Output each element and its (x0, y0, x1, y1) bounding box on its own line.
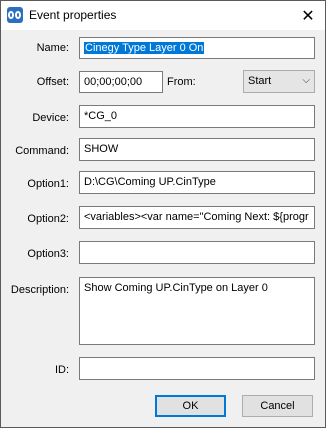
option3-field[interactable] (79, 241, 315, 264)
close-icon: ✕ (301, 7, 315, 25)
name-value: Cinegy Type Layer 0 On (84, 42, 205, 54)
description-field[interactable]: Show Coming UP.CinType on Layer 0 (79, 277, 315, 345)
option3-label: Option3: (27, 248, 69, 260)
event-properties-dialog: Event properties ✕ Name: Cinegy Type Lay… (0, 0, 326, 428)
device-label: Device: (32, 112, 69, 124)
option2-value: <variables><var name="Coming Next: ${pro… (84, 211, 309, 223)
device-field[interactable]: *CG_0 (79, 105, 315, 128)
close-button[interactable]: ✕ (291, 1, 325, 30)
dialog-title: Event properties (29, 8, 117, 22)
cinegy-app-icon (7, 7, 23, 23)
description-value: Show Coming UP.CinType on Layer 0 (84, 282, 268, 294)
id-field[interactable] (79, 357, 315, 380)
from-value: Start (248, 75, 272, 87)
option2-field[interactable]: <variables><var name="Coming Next: ${pro… (79, 206, 315, 229)
title-bar[interactable]: Event properties ✕ (1, 1, 325, 30)
chevron-down-icon: ⌵ (302, 75, 310, 86)
option1-label: Option1: (27, 178, 69, 190)
option1-value: D:\CG\Coming UP.CinType (84, 176, 216, 188)
from-dropdown[interactable]: Start ⌵ (243, 70, 315, 93)
ok-button[interactable]: OK (155, 395, 226, 417)
command-label: Command: (15, 145, 69, 157)
offset-field[interactable]: 00;00;00;00 (79, 71, 163, 93)
offset-value: 00;00;00;00 (84, 76, 143, 88)
option1-field[interactable]: D:\CG\Coming UP.CinType (79, 171, 315, 194)
name-label: Name: (36, 42, 69, 54)
option2-label: Option2: (27, 213, 69, 225)
offset-label: Offset: (36, 76, 69, 88)
name-field[interactable]: Cinegy Type Layer 0 On (79, 37, 315, 59)
command-field[interactable]: SHOW (79, 138, 315, 161)
description-label: Description: (10, 284, 69, 296)
command-value: SHOW (84, 143, 119, 155)
device-value: *CG_0 (84, 110, 118, 122)
from-label: From: (167, 76, 196, 88)
cancel-button[interactable]: Cancel (242, 395, 313, 417)
id-label: ID: (54, 364, 69, 376)
